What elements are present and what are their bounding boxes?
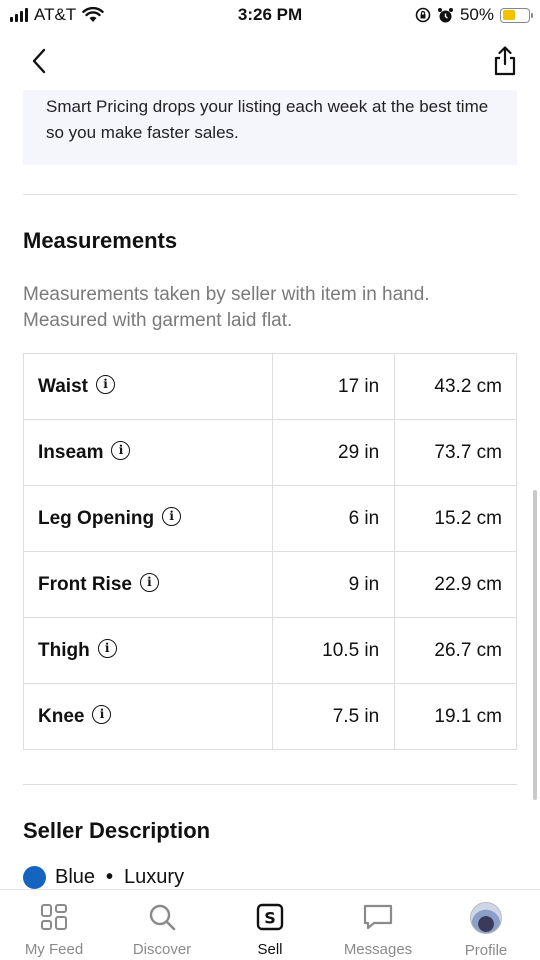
info-icon[interactable]: i [111, 440, 131, 460]
measurement-cm: 22.9 cm [394, 551, 517, 618]
measurement-row: Thigh i 10.5 in 26.7 cm [22, 617, 517, 684]
measurement-row: Front Rise i 9 in 22.9 cm [22, 551, 517, 618]
measurements-title: Measurements [23, 228, 178, 253]
tab-label: Messages [343, 941, 413, 958]
status-right: 50% [415, 5, 533, 25]
section-divider [23, 784, 517, 785]
measurement-name: Leg Opening [38, 507, 155, 529]
measurement-name: Front Rise [38, 573, 132, 595]
search-icon [149, 904, 176, 931]
tab-bar: My Feed Discover S Sell Messages Profile [0, 889, 540, 960]
info-icon[interactable]: i [162, 506, 182, 526]
color-swatch [23, 866, 46, 889]
measurement-inches: 9 in [272, 551, 396, 618]
scrollbar[interactable] [533, 490, 537, 800]
measurement-inches: 7.5 in [272, 683, 396, 750]
item-tags: Blue • Luxury [23, 866, 184, 889]
color-tag[interactable]: Blue [55, 866, 95, 889]
measurement-name-cell: Leg Opening i [22, 485, 274, 552]
info-icon[interactable]: i [139, 572, 159, 592]
measurements-table: Waist i 17 in 43.2 cm Inseam i 29 in 73.7 cm Leg… [22, 353, 517, 750]
measurement-cm: 26.7 cm [394, 617, 517, 684]
rotation-lock-icon [415, 7, 431, 23]
status-bar: AT&T 3:26 PM 50% [0, 0, 540, 32]
measurement-inches: 29 in [272, 419, 396, 486]
battery-icon [500, 7, 533, 23]
share-icon[interactable] [490, 44, 520, 78]
smart-pricing-text: Smart Pricing drops your listing each we… [46, 97, 489, 142]
measurement-name-cell: Waist i [22, 353, 274, 420]
sell-icon: S [256, 903, 284, 931]
measurement-inches: 10.5 in [272, 617, 396, 684]
tab-my-feed[interactable]: My Feed [0, 890, 108, 960]
seller-description-title: Seller Description [23, 818, 211, 843]
info-icon[interactable]: i [95, 374, 115, 394]
battery-percent: 50% [459, 5, 494, 24]
tab-sell[interactable]: S Sell [216, 890, 324, 960]
measurement-cm: 73.7 cm [394, 419, 517, 486]
svg-text:S: S [264, 909, 276, 928]
tab-discover[interactable]: Discover [108, 890, 216, 960]
measurement-inches: 17 in [272, 353, 396, 420]
measurement-name-cell: Inseam i [22, 419, 274, 486]
tab-label: Discover [132, 941, 192, 958]
chevron-left-icon[interactable] [26, 44, 56, 78]
measurement-row: Inseam i 29 in 73.7 cm [22, 419, 517, 486]
measurements-subtitle: Measurements taken by seller with item i… [23, 284, 430, 331]
avatar [470, 902, 502, 934]
measurement-name-cell: Thigh i [22, 617, 274, 684]
nav-header [0, 36, 540, 86]
tag-separator: • [106, 866, 114, 888]
measurement-name: Waist [38, 375, 88, 397]
measurement-name: Thigh [38, 639, 90, 661]
chat-bubble-icon [363, 904, 393, 930]
tab-messages[interactable]: Messages [324, 890, 432, 960]
grid-icon [41, 904, 67, 930]
style-tag[interactable]: Luxury [124, 866, 184, 889]
tab-label: Sell [257, 941, 283, 958]
measurement-cm: 19.1 cm [394, 683, 517, 750]
info-icon[interactable]: i [97, 638, 117, 658]
alarm-icon [437, 7, 453, 22]
measurement-row: Knee i 7.5 in 19.1 cm [22, 683, 517, 750]
tab-label: Profile [464, 942, 508, 959]
measurement-name: Inseam [38, 441, 104, 463]
measurement-name-cell: Knee i [22, 683, 274, 750]
measurement-name-cell: Front Rise i [22, 551, 274, 618]
measurement-row: Waist i 17 in 43.2 cm [22, 353, 517, 420]
measurement-name: Knee [38, 705, 85, 727]
section-divider [23, 194, 517, 195]
measurement-cm: 43.2 cm [394, 353, 517, 420]
measurement-inches: 6 in [272, 485, 396, 552]
info-icon[interactable]: i [92, 704, 112, 724]
tab-label: My Feed [24, 941, 84, 958]
tab-profile[interactable]: Profile [432, 890, 540, 960]
smart-pricing-note: Smart Pricing drops your listing each we… [23, 90, 517, 165]
measurement-row: Leg Opening i 6 in 15.2 cm [22, 485, 517, 552]
measurement-cm: 15.2 cm [394, 485, 517, 552]
